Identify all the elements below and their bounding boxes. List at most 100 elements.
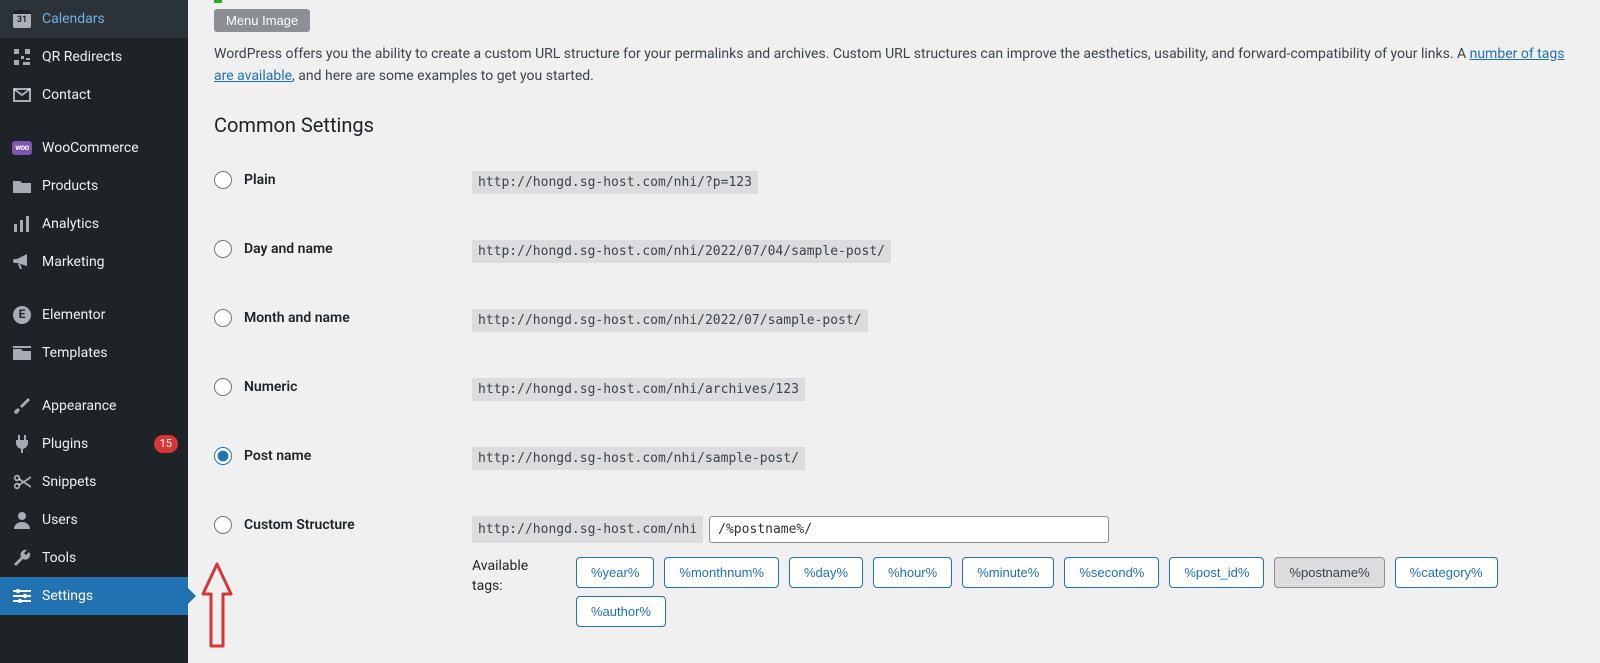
radio-input-numeric[interactable] — [214, 378, 232, 396]
scissors-icon — [12, 472, 32, 492]
tag-button[interactable]: %second% — [1064, 557, 1159, 588]
sidebar-separator — [0, 286, 188, 291]
sidebar-separator — [0, 119, 188, 124]
sidebar-item-elementor[interactable]: E Elementor — [0, 296, 188, 334]
sidebar-item-label: Products — [42, 177, 178, 195]
sidebar-item-label: Elementor — [42, 306, 178, 324]
megaphone-icon — [12, 252, 32, 272]
radio-input-dayname[interactable] — [214, 240, 232, 258]
radio-custom[interactable]: Custom Structure — [214, 516, 472, 534]
radio-numeric[interactable]: Numeric — [214, 378, 472, 396]
brush-icon — [12, 396, 32, 416]
sidebar-item-label: Contact — [42, 86, 178, 104]
tag-button[interactable]: %post_id% — [1169, 557, 1264, 588]
tag-button[interactable]: %author% — [576, 596, 666, 627]
sidebar-item-label: Settings — [42, 587, 178, 605]
sidebar-item-tools[interactable]: Tools — [0, 539, 188, 577]
sidebar-item-contact[interactable]: Contact — [0, 76, 188, 114]
radio-input-plain[interactable] — [214, 171, 232, 189]
radio-label: Custom Structure — [244, 517, 355, 533]
sidebar-item-label: Calendars — [42, 10, 178, 28]
available-tags-group: %year% %monthnum% %day% %hour% %minute% %seco… — [576, 557, 1536, 627]
sidebar-item-snippets[interactable]: Snippets — [0, 463, 188, 501]
radio-label: Month and name — [244, 310, 350, 326]
plug-icon — [12, 434, 32, 454]
sidebar-item-label: QR Redirects — [42, 48, 178, 66]
admin-sidebar: 31 Calendars QR Redirects Contact woo Wo… — [0, 0, 188, 663]
menu-image-button[interactable]: Menu Image — [214, 9, 310, 32]
tag-button[interactable]: %category% — [1395, 557, 1498, 588]
custom-structure-input[interactable] — [709, 516, 1109, 543]
calendar-icon: 31 — [12, 9, 32, 29]
sidebar-item-users[interactable]: Users — [0, 501, 188, 539]
url-sample-numeric: http://hongd.sg-host.com/nhi/archives/12… — [472, 378, 805, 401]
mail-icon — [12, 85, 32, 105]
radio-label: Plain — [244, 172, 276, 188]
tag-button[interactable]: %hour% — [873, 557, 952, 588]
sidebar-item-marketing[interactable]: Marketing — [0, 243, 188, 281]
sidebar-separator — [0, 377, 188, 382]
intro-text-before: WordPress offers you the ability to crea… — [214, 46, 1470, 62]
sidebar-item-label: Tools — [42, 549, 178, 567]
folder-icon — [12, 176, 32, 196]
woocommerce-icon: woo — [12, 138, 32, 158]
url-sample-monthname: http://hongd.sg-host.com/nhi/2022/07/sam… — [472, 309, 868, 332]
option-row-custom: Custom Structure http://hongd.sg-host.co… — [214, 516, 1600, 627]
radio-dayname[interactable]: Day and name — [214, 240, 472, 258]
radio-label: Post name — [244, 448, 311, 464]
sidebar-item-calendars[interactable]: 31 Calendars — [0, 0, 188, 38]
sidebar-item-settings[interactable]: Settings — [0, 577, 188, 615]
wrench-icon — [12, 548, 32, 568]
sidebar-item-qrredirects[interactable]: QR Redirects — [0, 38, 188, 76]
option-row-monthname: Month and name http://hongd.sg-host.com/… — [214, 309, 1600, 332]
sidebar-item-label: Analytics — [42, 215, 178, 233]
sidebar-item-templates[interactable]: Templates — [0, 334, 188, 372]
sidebar-item-label: Snippets — [42, 473, 178, 491]
radio-label: Day and name — [244, 241, 333, 257]
radio-plain[interactable]: Plain — [214, 171, 472, 189]
sliders-icon — [12, 586, 32, 606]
option-row-plain: Plain http://hongd.sg-host.com/nhi/?p=12… — [214, 171, 1600, 194]
intro-paragraph: WordPress offers you the ability to crea… — [214, 44, 1586, 87]
sidebar-item-products[interactable]: Products — [0, 167, 188, 205]
option-row-dayname: Day and name http://hongd.sg-host.com/nh… — [214, 240, 1600, 263]
section-title: Common Settings — [214, 113, 1600, 137]
sidebar-item-label: Templates — [42, 344, 178, 362]
sidebar-item-analytics[interactable]: Analytics — [0, 205, 188, 243]
tag-button[interactable]: %monthnum% — [664, 557, 779, 588]
user-icon — [12, 510, 32, 530]
update-count-badge: 15 — [154, 435, 178, 453]
sidebar-item-plugins[interactable]: Plugins 15 — [0, 425, 188, 463]
main-content: Menu Image WordPress offers you the abil… — [188, 0, 1600, 663]
url-sample-postname: http://hongd.sg-host.com/nhi/sample-post… — [472, 447, 805, 470]
sidebar-item-appearance[interactable]: Appearance — [0, 387, 188, 425]
radio-postname[interactable]: Post name — [214, 447, 472, 465]
radio-input-postname[interactable] — [214, 447, 232, 465]
available-tags-label: Available tags: — [472, 557, 558, 596]
intro-text-after: , and here are some examples to get you … — [292, 68, 594, 84]
radio-input-custom[interactable] — [214, 516, 232, 534]
qr-icon — [12, 47, 32, 67]
sidebar-item-label: Marketing — [42, 253, 178, 271]
url-sample-dayname: http://hongd.sg-host.com/nhi/2022/07/04/… — [472, 240, 891, 263]
option-row-postname: Post name http://hongd.sg-host.com/nhi/s… — [214, 447, 1600, 470]
radio-label: Numeric — [244, 379, 297, 395]
radio-monthname[interactable]: Month and name — [214, 309, 472, 327]
elementor-icon: E — [12, 305, 32, 325]
templates-icon — [12, 343, 32, 363]
sidebar-item-woocommerce[interactable]: woo WooCommerce — [0, 129, 188, 167]
sidebar-item-label: Appearance — [42, 397, 178, 415]
sidebar-item-label: Users — [42, 511, 178, 529]
sidebar-item-label: Plugins — [42, 435, 140, 453]
tag-button[interactable]: %year% — [576, 557, 654, 588]
notice-stripe — [214, 0, 222, 3]
chart-bar-icon — [12, 214, 32, 234]
tag-button[interactable]: %day% — [789, 557, 863, 588]
option-row-numeric: Numeric http://hongd.sg-host.com/nhi/arc… — [214, 378, 1600, 401]
custom-url-prefix: http://hongd.sg-host.com/nhi — [472, 516, 703, 543]
tag-button[interactable]: %minute% — [962, 557, 1054, 588]
sidebar-item-label: WooCommerce — [42, 139, 178, 157]
url-sample-plain: http://hongd.sg-host.com/nhi/?p=123 — [472, 171, 758, 194]
tag-button[interactable]: %postname% — [1274, 557, 1384, 588]
radio-input-monthname[interactable] — [214, 309, 232, 327]
